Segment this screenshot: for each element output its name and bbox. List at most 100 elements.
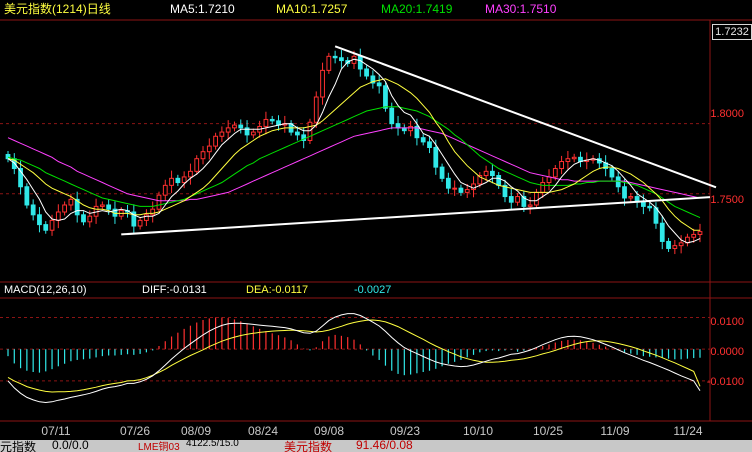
candle-body [213,135,218,147]
candle [603,155,609,177]
candle-body [445,177,451,189]
status-item-value: 4122.5/15.0 [186,440,239,449]
candle [188,163,193,185]
candle-body [181,176,187,184]
candle [395,115,401,136]
x-tick-label: 07/11 [41,424,71,438]
candle [276,115,281,131]
candle [332,50,338,64]
candle [131,204,137,234]
candle [250,128,256,139]
candle [357,48,363,77]
status-item-label: LME铜03 [138,442,180,452]
price-tick-label: 1.8000 [710,108,744,120]
candle-body [552,168,558,178]
ma5-line [7,58,701,244]
candle [672,240,678,255]
candle-body [622,186,627,199]
candle [137,216,143,230]
x-tick-label: 10/10 [462,424,494,438]
candle [452,180,458,196]
chart-title: 美元指数(1214)日线 [4,2,111,16]
macd-readout: -0.0027 [354,284,392,296]
candle-body [219,131,225,137]
candle [74,191,80,223]
candle-body [106,204,112,210]
candle-body [408,125,414,132]
candle [559,155,564,175]
candle [420,134,426,146]
candle-body [427,141,432,148]
candle-body [238,124,244,129]
candle [534,188,539,209]
candle [666,237,671,252]
candle-body [659,222,665,242]
macd-tick-label: -0.0100 [706,376,744,388]
candle [144,209,149,227]
candle-body [294,131,300,136]
candle [150,201,156,223]
status-item-value: 0.0/0.0 [52,440,89,452]
candle-body [62,204,68,213]
candle-body [383,85,388,109]
status-item-value: 91.46/0.08 [356,440,413,452]
moving-average-lines [7,58,701,244]
candle [546,169,552,191]
x-tick-label: 08/24 [247,424,279,438]
candlestick-series [5,48,703,255]
diff-line [7,313,701,404]
candle-body [609,168,615,178]
candle-body [458,187,464,193]
x-tick-label: 09/08 [313,424,345,438]
candle [219,126,225,142]
candle [565,151,571,170]
candle [439,163,445,182]
candle [213,132,218,150]
candle-body [640,201,646,207]
x-tick-label: 09/23 [389,424,421,438]
macd-histogram [7,317,701,376]
candle [37,207,42,233]
candle [263,111,269,135]
candle [320,62,325,105]
ma5-readout: MA5:1.7210 [170,2,235,16]
candle-body [433,146,439,168]
x-tick-label: 10/25 [532,424,564,438]
x-tick-label: 08/09 [180,424,212,438]
candle [490,163,495,184]
chart-canvas[interactable] [0,0,752,452]
candle [647,202,653,212]
candle-body [452,187,458,190]
candle [326,52,332,74]
candle [376,75,382,94]
candle-body [559,161,564,170]
candle-body [169,177,174,186]
current-price-label: 1.7232 [712,24,752,40]
candle-body [672,245,678,249]
candle-body [357,55,363,70]
ma10-line [7,78,700,231]
candle-body [678,242,684,247]
x-tick-label: 11/09 [600,424,630,438]
candle-body [326,55,332,71]
candle-body [697,231,703,235]
candle-body [206,145,212,153]
candle-body [332,55,338,59]
candle-body [691,233,697,238]
candle [175,174,181,187]
candle-body [376,82,382,87]
candle-body [37,214,42,226]
candle-body [565,158,571,163]
candle-body [647,205,653,209]
candle-body [534,191,539,206]
quote-status-bar: 元指数 0.0/0.0 LME铜03 4122.5/15.0 美元指数 91.4… [0,440,752,452]
candle-body [144,214,149,221]
candle-body [527,204,533,207]
candle [238,119,244,134]
candle-body [55,211,61,221]
ma20-readout: MA20:1.7419 [381,2,453,16]
support-trendline [121,196,711,236]
candle-body [628,196,634,199]
candle [370,70,376,89]
ma10-readout: MA10:1.7257 [276,2,348,16]
